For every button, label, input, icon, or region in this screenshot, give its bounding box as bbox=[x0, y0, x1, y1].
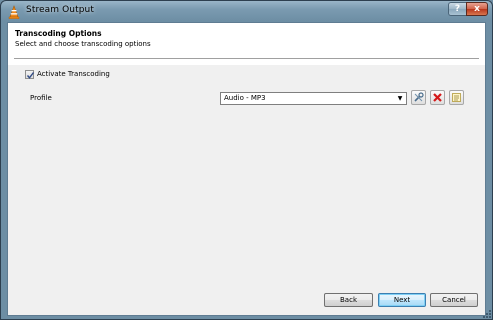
new-profile-button[interactable] bbox=[449, 90, 464, 105]
window-title: Stream Output bbox=[26, 5, 94, 15]
help-button[interactable]: ? bbox=[448, 2, 466, 16]
checkmark-icon bbox=[26, 72, 35, 79]
red-x-icon bbox=[433, 93, 442, 102]
activate-transcoding-checkbox[interactable] bbox=[25, 70, 35, 79]
wrench-icon bbox=[414, 92, 424, 102]
header-divider bbox=[14, 58, 479, 60]
next-button[interactable]: Next bbox=[378, 293, 426, 307]
page-title: Transcoding Options bbox=[15, 29, 102, 38]
title-bar[interactable]: Stream Output ? x bbox=[1, 1, 492, 22]
cancel-button[interactable]: Cancel bbox=[430, 293, 478, 307]
profile-select-value: Audio - MP3 bbox=[224, 94, 266, 102]
resize-grip-icon[interactable] bbox=[482, 304, 492, 318]
close-button[interactable]: x bbox=[466, 2, 488, 16]
delete-profile-button[interactable] bbox=[430, 90, 445, 105]
page-subtitle: Select and choose transcoding options bbox=[15, 40, 151, 48]
profile-select[interactable]: Audio - MP3 ▼ bbox=[220, 92, 407, 105]
edit-profile-button[interactable] bbox=[411, 90, 426, 105]
chevron-down-icon[interactable]: ▼ bbox=[395, 94, 405, 103]
vlc-cone-icon bbox=[7, 4, 21, 19]
profile-label: Profile bbox=[30, 94, 52, 102]
wizard-content: Transcoding Options Select and choose tr… bbox=[7, 22, 486, 316]
back-button[interactable]: Back bbox=[324, 293, 373, 307]
new-profile-icon bbox=[452, 93, 461, 102]
activate-transcoding-label: Activate Transcoding bbox=[37, 70, 110, 78]
stream-output-window: Stream Output ? x Transcoding Options Se… bbox=[0, 0, 493, 320]
